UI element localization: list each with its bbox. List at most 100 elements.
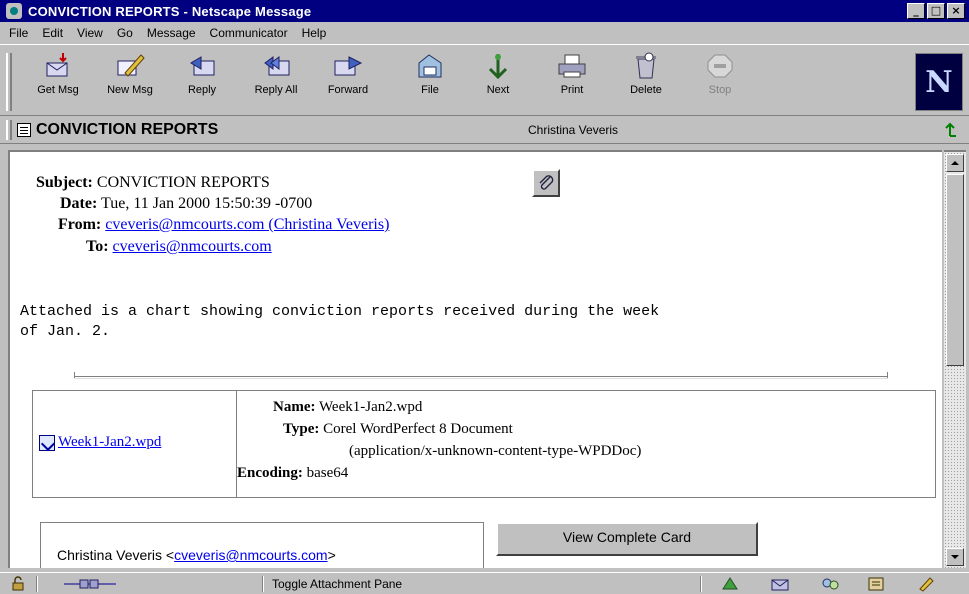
- message-text: Attached is a chart showing conviction r…: [20, 303, 660, 340]
- new-msg-label: New Msg: [107, 84, 153, 96]
- status-text: Toggle Attachment Pane: [272, 577, 403, 591]
- new-msg-button[interactable]: New Msg: [98, 51, 162, 109]
- print-icon: [558, 54, 586, 78]
- message-body-pane: Subject: CONVICTION REPORTS Date: Tue, 1…: [8, 150, 942, 568]
- new-msg-icon: [117, 54, 145, 77]
- file-label: File: [421, 84, 439, 96]
- stop-label: Stop: [708, 84, 732, 96]
- from-link[interactable]: cveveris@nmcourts.com (Christina Veveris…: [105, 216, 389, 233]
- message-title-bar: CONVICTION REPORTS Christina Veveris: [0, 116, 969, 144]
- stop-button[interactable]: Stop: [688, 51, 752, 109]
- security-lock-icon[interactable]: [10, 576, 26, 591]
- attachment-link[interactable]: Week1-Jan2.wpd: [58, 434, 161, 451]
- attachment-toggle-button[interactable]: [532, 169, 560, 197]
- attachment-name-value: Week1-Jan2.wpd: [318, 399, 423, 415]
- connection-icon[interactable]: [60, 576, 120, 592]
- status-bar: Toggle Attachment Pane: [0, 572, 969, 594]
- titlebar-grip[interactable]: [6, 120, 12, 140]
- window-title: CONVICTION REPORTS - Netscape Message: [28, 3, 312, 19]
- status-separator: [700, 576, 702, 592]
- delete-button[interactable]: Delete: [614, 51, 678, 109]
- attachment-encoding-label: Encoding:: [237, 465, 303, 481]
- from-row: From: cveveris@nmcourts.com (Christina V…: [58, 216, 389, 234]
- navigator-icon[interactable]: [720, 575, 740, 592]
- netscape-logo[interactable]: N: [915, 53, 963, 111]
- view-complete-card-button[interactable]: View Complete Card: [496, 522, 758, 556]
- attachment-box: Week1-Jan2.wpd Name: Week1-Jan2.wpd Type…: [32, 390, 936, 498]
- next-label: Next: [486, 84, 510, 96]
- attachment-type-label: Type:: [283, 421, 320, 437]
- vcard-suffix: >: [327, 547, 336, 563]
- from-label: From:: [58, 216, 102, 233]
- attachment-encoding-value: base64: [306, 465, 349, 481]
- attachment-type-detail: (application/x-unknown-content-type-WPDD…: [349, 443, 642, 459]
- scroll-down-button[interactable]: [946, 548, 964, 566]
- to-label: To:: [86, 238, 109, 255]
- netscape-app-icon[interactable]: [6, 3, 22, 19]
- vcard-name: Christina Veveris <: [57, 547, 175, 563]
- menu-communicator[interactable]: Communicator: [203, 26, 295, 40]
- minimize-button[interactable]: _: [907, 3, 925, 19]
- subject-value: CONVICTION REPORTS: [96, 174, 270, 191]
- newsgroups-icon[interactable]: [820, 575, 840, 592]
- reply-all-icon: [264, 56, 290, 76]
- document-file-icon: [39, 434, 55, 451]
- to-row: To: cveveris@nmcourts.com: [86, 238, 272, 256]
- menu-file[interactable]: File: [2, 26, 35, 40]
- reply-button[interactable]: Reply: [170, 51, 234, 109]
- forward-label: Forward: [327, 84, 369, 96]
- maximize-button[interactable]: □: [927, 3, 945, 19]
- attachment-link-cell: Week1-Jan2.wpd: [39, 434, 161, 451]
- window-controls: _ □ ×: [907, 3, 965, 19]
- document-icon: [17, 123, 31, 137]
- reply-all-label: Reply All: [254, 84, 298, 96]
- to-link[interactable]: cveveris@nmcourts.com: [113, 238, 272, 255]
- up-arrow-icon[interactable]: [943, 122, 957, 138]
- scroll-thumb[interactable]: [946, 174, 964, 366]
- get-msg-icon: [46, 53, 68, 77]
- toolbar-grip[interactable]: [6, 53, 12, 111]
- menu-view[interactable]: View: [70, 26, 110, 40]
- attachment-divider: [74, 372, 888, 379]
- inbox-icon[interactable]: [770, 575, 790, 592]
- scroll-up-button[interactable]: [946, 154, 964, 172]
- file-icon: [418, 54, 442, 78]
- vertical-scrollbar[interactable]: [944, 150, 966, 568]
- date-label: Date:: [60, 195, 98, 212]
- menu-bar: File Edit View Go Message Communicator H…: [0, 22, 969, 44]
- delete-label: Delete: [630, 84, 662, 96]
- netscape-logo-letter: N: [925, 64, 953, 100]
- close-button[interactable]: ×: [947, 3, 965, 19]
- menu-help[interactable]: Help: [295, 26, 334, 40]
- reply-all-button[interactable]: Reply All: [244, 51, 308, 109]
- menu-message[interactable]: Message: [140, 26, 203, 40]
- stop-icon: [707, 54, 733, 78]
- file-button[interactable]: File: [398, 51, 462, 109]
- status-separator: [262, 576, 264, 592]
- attachment-encoding-row: Encoding: base64: [237, 465, 348, 482]
- forward-icon: [334, 56, 363, 76]
- date-value: Tue, 11 Jan 2000 15:50:39 -0700: [101, 195, 313, 212]
- vcard-email-link[interactable]: cveveris@nmcourts.com: [174, 547, 327, 563]
- delete-icon: [636, 52, 656, 79]
- attachment-type-value: Corel WordPerfect 8 Document: [323, 421, 513, 437]
- menu-edit[interactable]: Edit: [35, 26, 70, 40]
- navigation-toolbar: Get Msg New Msg Reply Reply All Forward: [0, 44, 969, 116]
- forward-button[interactable]: Forward: [316, 51, 380, 109]
- message-sender: Christina Veveris: [528, 123, 619, 137]
- print-label: Print: [560, 84, 584, 96]
- address-book-icon[interactable]: [866, 575, 886, 592]
- print-button[interactable]: Print: [540, 51, 604, 109]
- message-heading: CONVICTION REPORTS: [36, 121, 219, 138]
- attachment-name-row: Name: Week1-Jan2.wpd: [273, 399, 422, 416]
- get-msg-button[interactable]: Get Msg: [26, 51, 90, 109]
- reply-label: Reply: [187, 84, 217, 96]
- composer-icon[interactable]: [916, 575, 936, 592]
- next-button[interactable]: Next: [466, 51, 530, 109]
- date-row: Date: Tue, 11 Jan 2000 15:50:39 -0700: [60, 195, 312, 213]
- get-msg-label: Get Msg: [37, 84, 79, 96]
- status-separator: [36, 576, 38, 592]
- window-titlebar: CONVICTION REPORTS - Netscape Message _ …: [0, 0, 969, 22]
- menu-go[interactable]: Go: [110, 26, 140, 40]
- paperclip-icon: [539, 175, 554, 190]
